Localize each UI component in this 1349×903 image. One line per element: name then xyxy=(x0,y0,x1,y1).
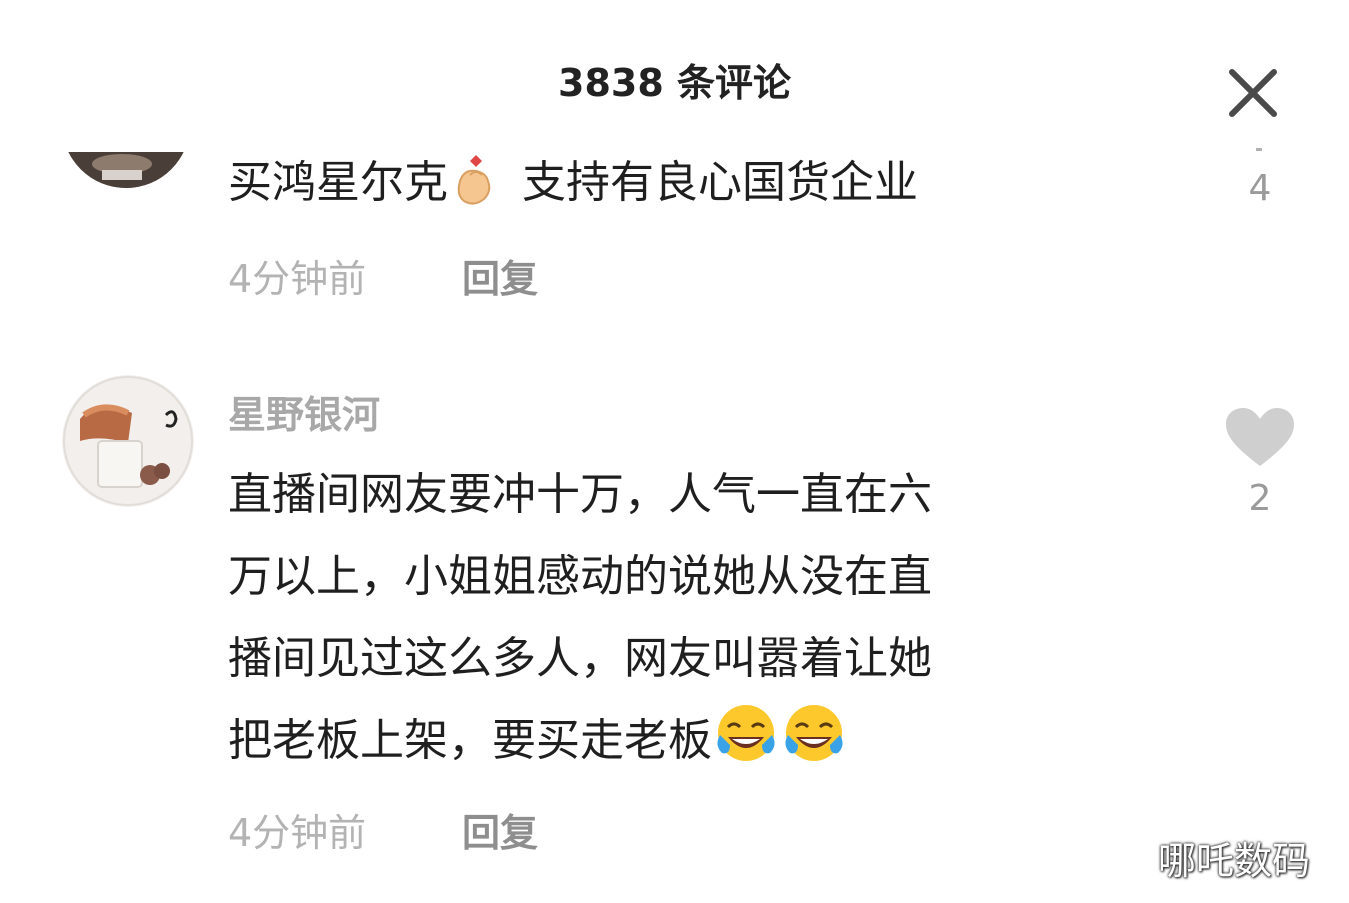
comment-line: 万以上，小姐姐感动的说她从没在直 xyxy=(228,551,932,602)
reply-button[interactable]: 回复 xyxy=(462,802,538,857)
comment-time: 4分钟前 xyxy=(228,811,367,855)
like-button[interactable] xyxy=(1224,406,1296,474)
comments-count-title: 3838 条评论 xyxy=(558,61,791,105)
laughing-crying-emoji xyxy=(782,701,846,792)
comment-line: 直播间网友要冲十万，人气一直在六 xyxy=(228,469,932,520)
avatar[interactable] xyxy=(62,375,194,507)
comment-line: 播间见过这么多人，网友叫嚣着让她 xyxy=(228,633,932,684)
heart-icon xyxy=(1226,408,1294,466)
comment-line: 把老板上架，要买走老板 xyxy=(228,715,712,766)
close-icon xyxy=(1229,69,1277,117)
comment-time: 4分钟前 xyxy=(228,257,367,301)
like-count: 4 xyxy=(1248,168,1272,209)
comment-username[interactable]: 星野银河 xyxy=(228,384,380,439)
comment-text: 买鸿星尔克 支持有良心国货企业 xyxy=(228,142,918,234)
watermark: 哪吒数码 xyxy=(1158,839,1311,883)
comment-text-part: 买鸿星尔克 xyxy=(228,157,448,208)
laughing-crying-emoji xyxy=(714,701,778,792)
comment-line-last: 把老板上架，要买走老板 xyxy=(228,700,848,792)
finger-heart-emoji xyxy=(450,152,502,234)
like-count: 2 xyxy=(1248,478,1272,519)
comment-text-part: 支持有良心国货企业 xyxy=(522,157,918,208)
heart-icon-partial[interactable] xyxy=(1256,148,1262,151)
close-button[interactable] xyxy=(1222,62,1284,124)
reply-button[interactable]: 回复 xyxy=(462,248,538,303)
